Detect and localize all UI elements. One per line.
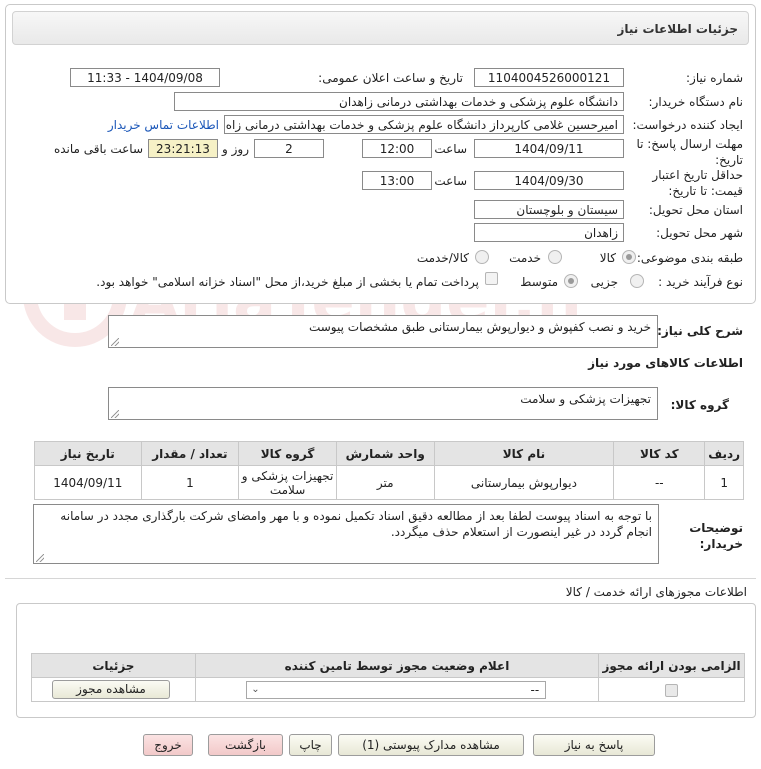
cell-permit-required — [598, 677, 745, 702]
process-radio-minor[interactable] — [630, 274, 644, 288]
divider — [5, 578, 756, 579]
validity-label-line2: قیمت: تا تاریخ: — [668, 184, 743, 198]
permit-status-value: -- — [530, 683, 540, 697]
resize-handle[interactable] — [36, 554, 44, 562]
category-option-goods: کالا — [599, 251, 616, 265]
col-unit: واحد شمارش — [335, 441, 435, 466]
col-permit-status: اعلام وضعیت مجوز توسط تامین کننده — [194, 653, 600, 678]
city-label: شهر محل تحویل: — [656, 226, 743, 240]
process-option-medium: متوسط — [520, 275, 558, 289]
cell-unit: متر — [335, 465, 435, 500]
deadline-date-field: 1404/09/11 — [474, 139, 624, 158]
buyer-org-field: دانشگاه علوم پزشکی و خدمات بهداشتی درمان… — [174, 92, 624, 111]
page-title: جزئیات اطلاعات نیاز — [617, 22, 738, 36]
deadline-label-line2: تاریخ: — [715, 153, 743, 167]
resize-handle[interactable] — [111, 338, 119, 346]
cell-date: 1404/09/11 — [34, 465, 142, 500]
cell-permit-details: مشاهده مجوز — [31, 677, 196, 702]
description-label: شرح کلی نیاز: — [657, 324, 743, 338]
creator-label: ایجاد کننده درخواست: — [632, 118, 743, 132]
validity-time-field: 13:00 — [362, 171, 432, 190]
reply-button[interactable]: پاسخ به نیاز — [533, 734, 655, 756]
remaining-time-field: 23:21:13 — [148, 139, 218, 158]
buyer-notes-text: با توجه به اسناد پیوست لطفا بعد از مطالع… — [60, 509, 652, 539]
process-label: نوع فرآیند خرید : — [658, 275, 743, 289]
payment-checkbox[interactable] — [485, 272, 498, 285]
buyer-org-label: نام دستگاه خریدار: — [648, 95, 744, 109]
buyer-notes-field: با توجه به اسناد پیوست لطفا بعد از مطالع… — [33, 504, 659, 564]
announce-label: تاریخ و ساعت اعلان عمومی: — [318, 71, 463, 85]
announce-field: 1404/09/08 - 11:33 — [70, 68, 220, 87]
category-label: طبقه بندی موضوعی: — [636, 251, 743, 265]
validity-label: حداقل تاریخ اعتبار قیمت: تا تاریخ: — [652, 167, 743, 199]
remaining-label: ساعت باقی مانده — [53, 142, 143, 156]
view-permit-button[interactable]: مشاهده مجوز — [52, 680, 170, 699]
process-option-minor: جزیی — [590, 275, 618, 289]
print-button[interactable]: چاپ — [289, 734, 332, 756]
cell-row: 1 — [704, 465, 744, 500]
col-permit-required: الزامی بودن ارائه مجوز — [598, 653, 745, 678]
col-date: تاریخ نیاز — [34, 441, 142, 466]
goods-table-header: ردیف کد کالا نام کالا واحد شمارش گروه کا… — [34, 441, 744, 466]
permits-table-header: الزامی بودن ارائه مجوز اعلام وضعیت مجوز … — [31, 653, 745, 678]
permits-title: اطلاعات مجوزهای ارائه خدمت / کالا — [565, 585, 747, 599]
goods-group-label: گروه کالا: — [670, 398, 729, 412]
description-text: خرید و نصب کفپوش و دیوارپوش بیمارستانی ط… — [308, 320, 651, 334]
cell-group: تجهیزات پزشکی و سلامت — [238, 465, 337, 500]
category-radio-goods[interactable] — [622, 250, 636, 264]
province-label: استان محل تحویل: — [648, 203, 743, 217]
days-field: 2 — [254, 139, 324, 158]
col-permit-details: جزئیات — [31, 653, 196, 678]
col-code: کد کالا — [613, 441, 706, 466]
goods-group-text: تجهیزات پزشکی و سلامت — [520, 392, 651, 406]
days-label: روز و — [222, 142, 249, 156]
category-radio-goods-service[interactable] — [475, 250, 489, 264]
cell-qty: 1 — [140, 465, 240, 500]
category-radio-service[interactable] — [548, 250, 562, 264]
goods-section-title: اطلاعات کالاهای مورد نیاز — [588, 356, 743, 370]
need-number-field: 1104004526000121 — [474, 68, 624, 87]
permit-required-checkbox[interactable] — [665, 683, 679, 697]
buyer-notes-label-line2: خریدار: — [699, 537, 743, 551]
process-radio-medium[interactable] — [564, 274, 578, 288]
chevron-down-icon: ⌄ — [251, 684, 260, 695]
col-name: نام کالا — [433, 441, 615, 466]
category-option-service: خدمت — [509, 251, 541, 265]
buyer-notes-label: توضیحات خریدار: — [689, 520, 743, 552]
creator-field: امیرحسین غلامی کارپرداز دانشگاه علوم پزش… — [224, 115, 624, 134]
col-row: ردیف — [704, 441, 744, 466]
validity-label-line1: حداقل تاریخ اعتبار — [652, 168, 743, 182]
resize-handle[interactable] — [111, 410, 119, 418]
need-number-label: شماره نیاز: — [686, 71, 743, 85]
panel-header: جزئیات اطلاعات نیاز — [12, 11, 749, 45]
category-option-goods-service: کالا/خدمت — [416, 251, 469, 265]
col-qty: تعداد / مقدار — [140, 441, 240, 466]
buyer-contact-link[interactable]: اطلاعات تماس خریدار — [108, 118, 219, 132]
city-field: زاهدان — [474, 223, 624, 242]
description-field: خرید و نصب کفپوش و دیوارپوش بیمارستانی ط… — [108, 315, 658, 348]
permits-table: الزامی بودن ارائه مجوز اعلام وضعیت مجوز … — [31, 653, 745, 702]
province-field: سیستان و بلوچستان — [474, 200, 624, 219]
goods-table: ردیف کد کالا نام کالا واحد شمارش گروه کا… — [34, 441, 744, 500]
attachments-button[interactable]: مشاهده مدارک پیوستی (1) — [338, 734, 524, 756]
permit-status-select[interactable]: -- ⌄ — [246, 681, 547, 699]
cell-permit-status: -- ⌄ — [194, 677, 600, 702]
exit-button[interactable]: خروج — [143, 734, 193, 756]
goods-group-field: تجهیزات پزشکی و سلامت — [108, 387, 658, 420]
col-group: گروه کالا — [238, 441, 337, 466]
back-button[interactable]: بازگشت — [208, 734, 283, 756]
payment-note: پرداخت تمام یا بخشی از مبلغ خرید،از محل … — [96, 275, 479, 289]
buyer-notes-label-line1: توضیحات — [689, 521, 743, 535]
table-row: -- ⌄ مشاهده مجوز — [31, 677, 745, 702]
validity-date-field: 1404/09/30 — [474, 171, 624, 190]
cell-code: -- — [613, 465, 706, 500]
deadline-label-line1: مهلت ارسال پاسخ: تا — [636, 137, 743, 151]
deadline-label: مهلت ارسال پاسخ: تا تاریخ: — [636, 136, 743, 168]
deadline-time-label: ساعت — [434, 142, 467, 156]
deadline-time-field: 12:00 — [362, 139, 432, 158]
validity-time-label: ساعت — [434, 174, 467, 188]
table-row: 1 -- دیوارپوش بیمارستانی متر تجهیزات پزش… — [34, 465, 744, 500]
cell-name: دیوارپوش بیمارستانی — [433, 465, 615, 500]
